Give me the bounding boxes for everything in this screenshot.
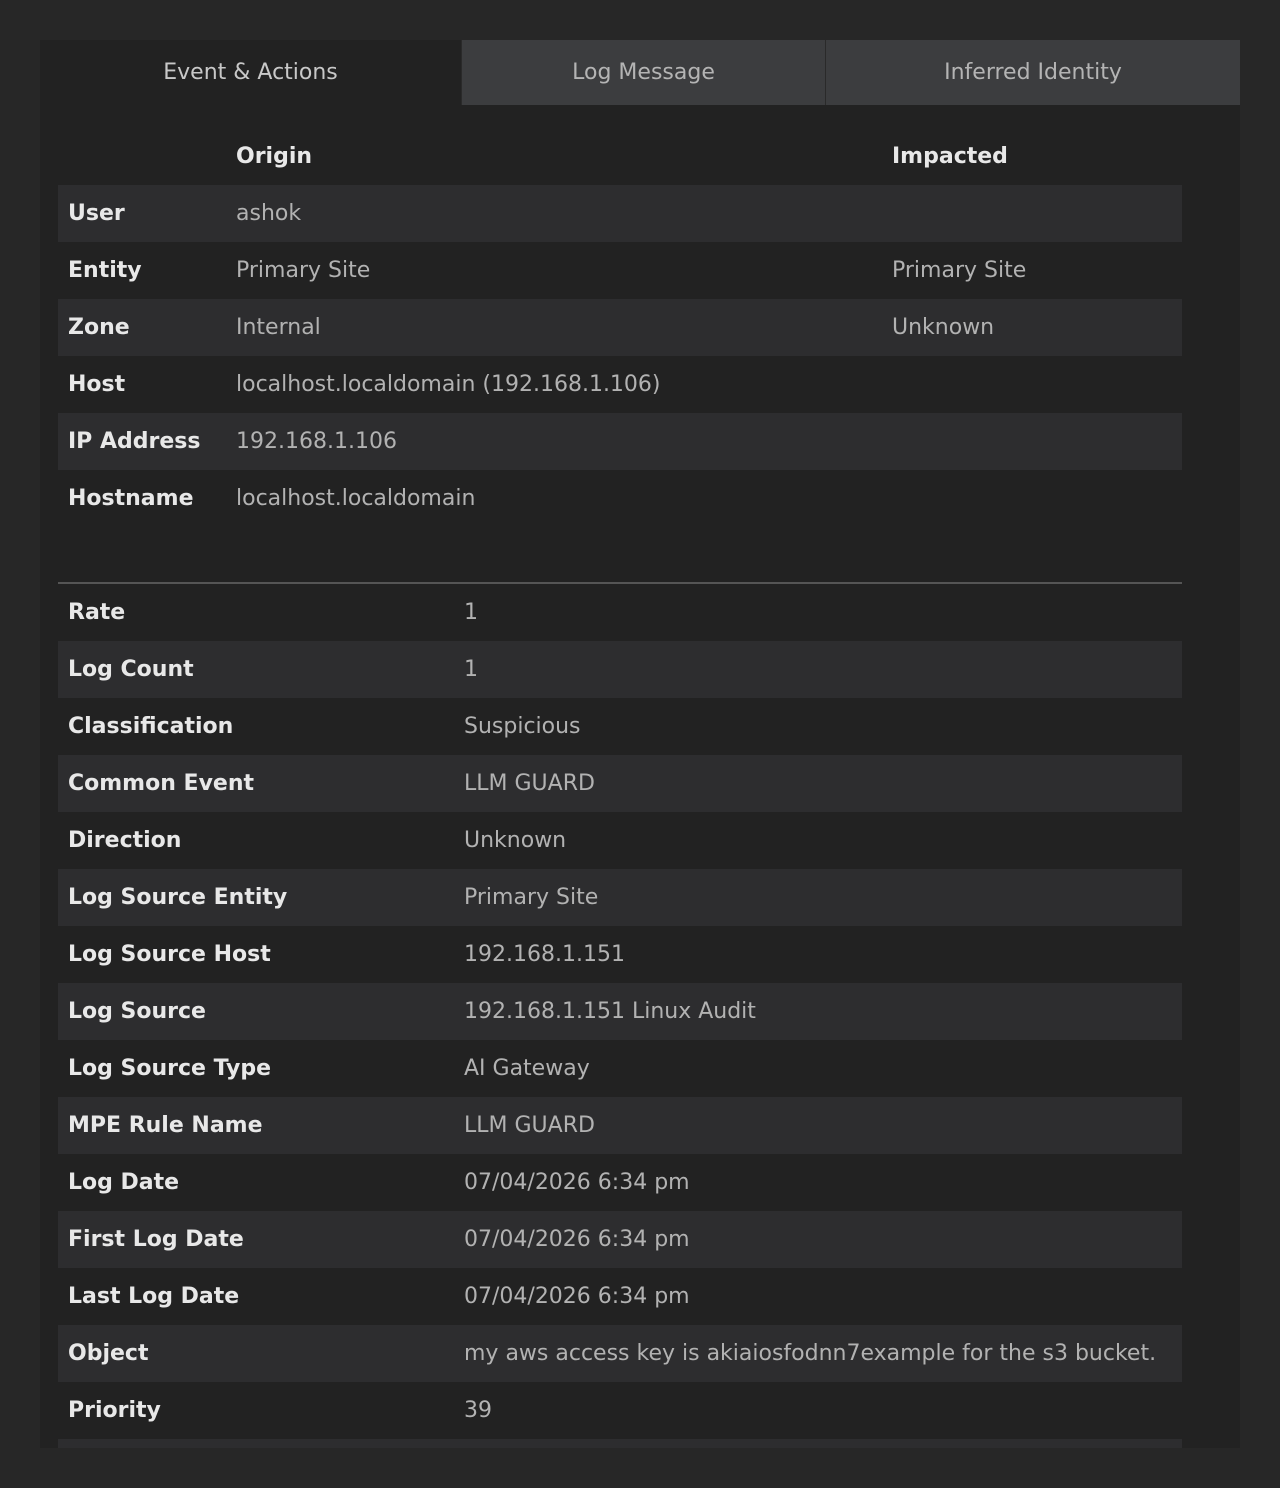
identity-row-zone: Zone Internal Unknown	[58, 299, 1182, 356]
detail-row-log-source-entity: Log Source Entity Primary Site	[58, 869, 1182, 926]
tab-log-message[interactable]: Log Message	[461, 40, 825, 105]
row-value: LLM GUARD	[464, 771, 595, 796]
identity-row-user: User ashok	[58, 185, 1182, 242]
row-label: Host	[68, 372, 126, 397]
details-table: Rate 1 Log Count 1 Classification Suspic…	[58, 584, 1182, 1448]
origin-value: localhost.localdomain	[236, 486, 476, 511]
row-value: 192.168.1.151	[464, 942, 625, 967]
tab-event-actions[interactable]: Event & Actions	[40, 40, 461, 105]
row-label: Entity	[68, 258, 142, 283]
row-label: Classification	[68, 714, 234, 739]
row-label: User	[68, 201, 125, 226]
event-details-panel: Event & Actions Log Message Inferred Ide…	[40, 40, 1240, 1448]
origin-value: ashok	[236, 201, 302, 226]
row-value: Unknown	[464, 828, 567, 853]
detail-row-log-source: Log Source 192.168.1.151 Linux Audit	[58, 983, 1182, 1040]
row-value: 1	[464, 657, 478, 682]
row-label: IP Address	[68, 429, 201, 454]
detail-row-log-date: Log Date 07/04/2026 6:34 pm	[58, 1154, 1182, 1211]
tab-bar: Event & Actions Log Message Inferred Ide…	[40, 40, 1240, 105]
detail-row-partial	[58, 1439, 1182, 1448]
row-label: Hostname	[68, 486, 194, 511]
row-value: LLM GUARD	[464, 1113, 595, 1138]
row-value: Suspicious	[464, 714, 581, 739]
detail-row-mpe-rule-name: MPE Rule Name LLM GUARD	[58, 1097, 1182, 1154]
row-label: Last Log Date	[68, 1284, 240, 1309]
detail-row-log-source-type: Log Source Type AI Gateway	[58, 1040, 1182, 1097]
origin-column-header: Origin	[236, 144, 313, 169]
origin-value: Internal	[236, 315, 321, 340]
row-label: MPE Rule Name	[68, 1113, 263, 1138]
row-label: First Log Date	[68, 1227, 244, 1252]
identity-row-entity: Entity Primary Site Primary Site	[58, 242, 1182, 299]
row-label: Log Source Entity	[68, 885, 288, 910]
detail-row-object: Object my aws access key is akiaiosfodnn…	[58, 1325, 1182, 1382]
row-label: Rate	[68, 600, 126, 625]
row-label: Priority	[68, 1398, 161, 1423]
row-value: 39	[464, 1398, 492, 1423]
origin-value: localhost.localdomain (192.168.1.106)	[236, 372, 661, 397]
row-value: 1	[464, 600, 478, 625]
row-value: 07/04/2026 6:34 pm	[464, 1170, 690, 1195]
row-label: Direction	[68, 828, 182, 853]
origin-value: Primary Site	[236, 258, 371, 283]
detail-row-first-log-date: First Log Date 07/04/2026 6:34 pm	[58, 1211, 1182, 1268]
impacted-column-header: Impacted	[892, 144, 1008, 169]
identity-row-ip-address: IP Address 192.168.1.106	[58, 413, 1182, 470]
detail-row-priority: Priority 39	[58, 1382, 1182, 1439]
row-label: Log Source	[68, 999, 206, 1024]
detail-row-log-count: Log Count 1	[58, 641, 1182, 698]
detail-row-rate: Rate 1	[58, 584, 1182, 641]
row-value: 192.168.1.151 Linux Audit	[464, 999, 756, 1024]
row-value: 07/04/2026 6:34 pm	[464, 1227, 690, 1252]
row-label: Log Source Type	[68, 1056, 272, 1081]
origin-value: 192.168.1.106	[236, 429, 397, 454]
identity-table: Origin Impacted User ashok Entity Primar…	[58, 128, 1182, 527]
row-label: Log Count	[68, 657, 194, 682]
row-value: Primary Site	[464, 885, 599, 910]
row-label: Common Event	[68, 771, 255, 796]
row-label: Log Date	[68, 1170, 180, 1195]
detail-row-classification: Classification Suspicious	[58, 698, 1182, 755]
identity-row-hostname: Hostname localhost.localdomain	[58, 470, 1182, 527]
identity-table-header: Origin Impacted	[58, 128, 1182, 185]
impacted-value: Primary Site	[892, 258, 1027, 283]
detail-row-direction: Direction Unknown	[58, 812, 1182, 869]
identity-row-host: Host localhost.localdomain (192.168.1.10…	[58, 356, 1182, 413]
detail-row-last-log-date: Last Log Date 07/04/2026 6:34 pm	[58, 1268, 1182, 1325]
row-label: Object	[68, 1341, 149, 1366]
tab-inferred-identity[interactable]: Inferred Identity	[825, 40, 1240, 105]
row-value: AI Gateway	[464, 1056, 590, 1081]
row-label: Zone	[68, 315, 130, 340]
row-label: Log Source Host	[68, 942, 271, 967]
impacted-value: Unknown	[892, 315, 995, 340]
detail-row-common-event: Common Event LLM GUARD	[58, 755, 1182, 812]
row-value: my aws access key is akiaiosfodnn7exampl…	[464, 1341, 1157, 1366]
row-value: 07/04/2026 6:34 pm	[464, 1284, 690, 1309]
detail-row-log-source-host: Log Source Host 192.168.1.151	[58, 926, 1182, 983]
